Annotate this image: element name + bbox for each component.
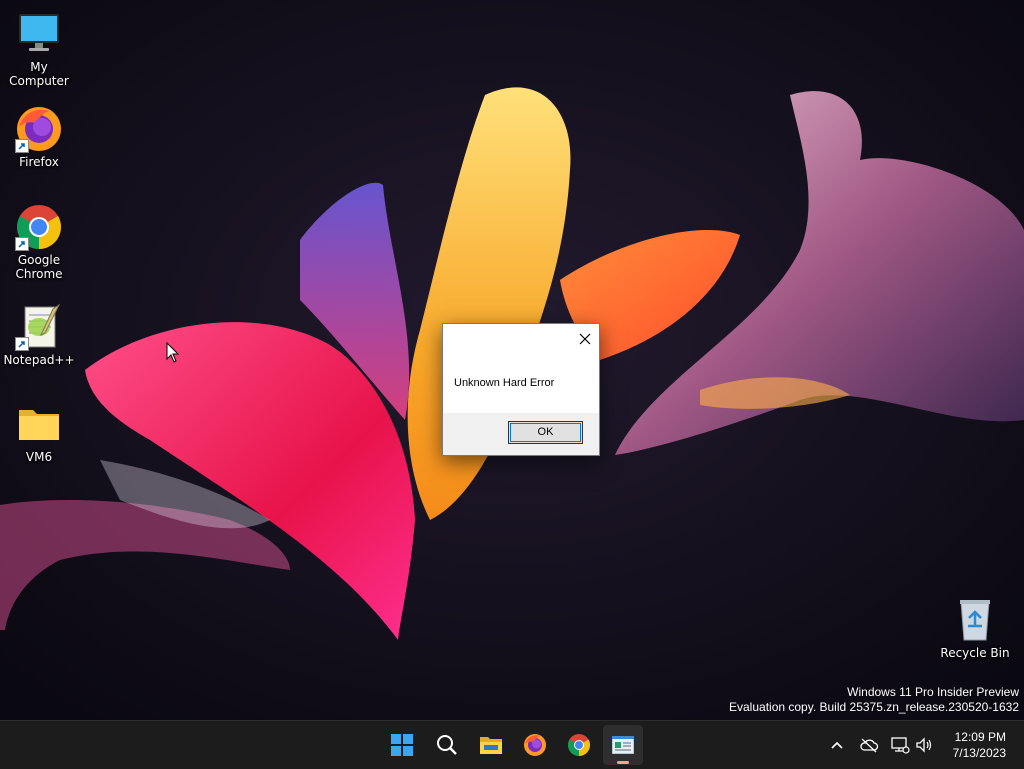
desktop-icon-recycle-bin[interactable]: Recycle Bin bbox=[937, 596, 1013, 660]
monitor-icon bbox=[15, 10, 63, 58]
desktop-icon-label: Notepad++ bbox=[3, 353, 75, 367]
volume-icon bbox=[916, 737, 932, 753]
clock-time: 12:09 PM bbox=[954, 730, 1006, 744]
start-button[interactable] bbox=[382, 725, 422, 765]
search-icon bbox=[437, 735, 457, 755]
chrome-taskbar-button[interactable] bbox=[559, 725, 599, 765]
desktop-icon-label: VM6 bbox=[25, 450, 53, 464]
firefox-icon bbox=[524, 734, 546, 756]
volume-control[interactable] bbox=[912, 733, 936, 757]
network-status[interactable] bbox=[888, 733, 912, 757]
hard-error-taskbar-button[interactable] bbox=[603, 725, 643, 765]
chrome-icon bbox=[568, 734, 590, 756]
desktop-icon-label: Recycle Bin bbox=[940, 646, 1010, 660]
evaluation-watermark: Windows 11 Pro Insider Preview Evaluatio… bbox=[729, 685, 1019, 715]
file-explorer-button[interactable] bbox=[471, 725, 511, 765]
dialog-titlebar[interactable] bbox=[443, 324, 599, 354]
watermark-edition: Windows 11 Pro Insider Preview bbox=[847, 685, 1019, 699]
watermark-build: Evaluation copy. Build 25375.zn_release.… bbox=[729, 700, 1019, 714]
shortcut-arrow-icon bbox=[15, 337, 29, 351]
system-clock[interactable]: 12:09 PM 7/13/2023 bbox=[953, 729, 1006, 761]
recycle-bin-icon bbox=[951, 596, 999, 644]
file-explorer-icon bbox=[480, 737, 502, 754]
chevron-up-icon bbox=[831, 741, 843, 749]
error-dialog: Unknown Hard Error OK bbox=[442, 323, 600, 456]
desktop-icon-firefox[interactable]: Firefox bbox=[1, 105, 77, 169]
search-button[interactable] bbox=[427, 725, 467, 765]
start-icon bbox=[391, 734, 413, 756]
desktop-icon-label: Google Chrome bbox=[15, 253, 63, 281]
shortcut-arrow-icon bbox=[15, 139, 29, 153]
ok-button[interactable]: OK bbox=[508, 421, 583, 444]
firefox-icon bbox=[15, 105, 63, 153]
folder-icon bbox=[15, 400, 63, 448]
shortcut-arrow-icon bbox=[15, 237, 29, 251]
hard-error-app-icon bbox=[612, 736, 634, 754]
desktop-icon-label: My Computer bbox=[9, 60, 69, 88]
close-icon[interactable] bbox=[577, 331, 593, 347]
firefox-taskbar-button[interactable] bbox=[515, 725, 555, 765]
desktop-icon-my-computer[interactable]: My Computer bbox=[1, 10, 77, 88]
desktop-icon-label: Firefox bbox=[19, 155, 59, 169]
chrome-icon bbox=[15, 203, 63, 251]
desktop-icon-vm6[interactable]: VM6 bbox=[1, 400, 77, 464]
desktop-icon-google-chrome[interactable]: Google Chrome bbox=[1, 203, 77, 281]
network-icon bbox=[891, 737, 910, 754]
cloud-off-icon bbox=[860, 738, 879, 753]
running-indicator bbox=[617, 761, 629, 764]
dialog-message: Unknown Hard Error bbox=[454, 377, 555, 389]
onedrive-status[interactable] bbox=[857, 733, 881, 757]
taskbar: 12:09 PM 7/13/2023 bbox=[0, 720, 1024, 769]
desktop-icon-notepadpp[interactable]: Notepad++ bbox=[1, 303, 77, 367]
mouse-cursor-icon bbox=[166, 342, 180, 363]
show-hidden-icons-button[interactable] bbox=[825, 733, 849, 757]
notepadpp-icon bbox=[15, 303, 63, 351]
clock-date: 7/13/2023 bbox=[952, 746, 1006, 760]
